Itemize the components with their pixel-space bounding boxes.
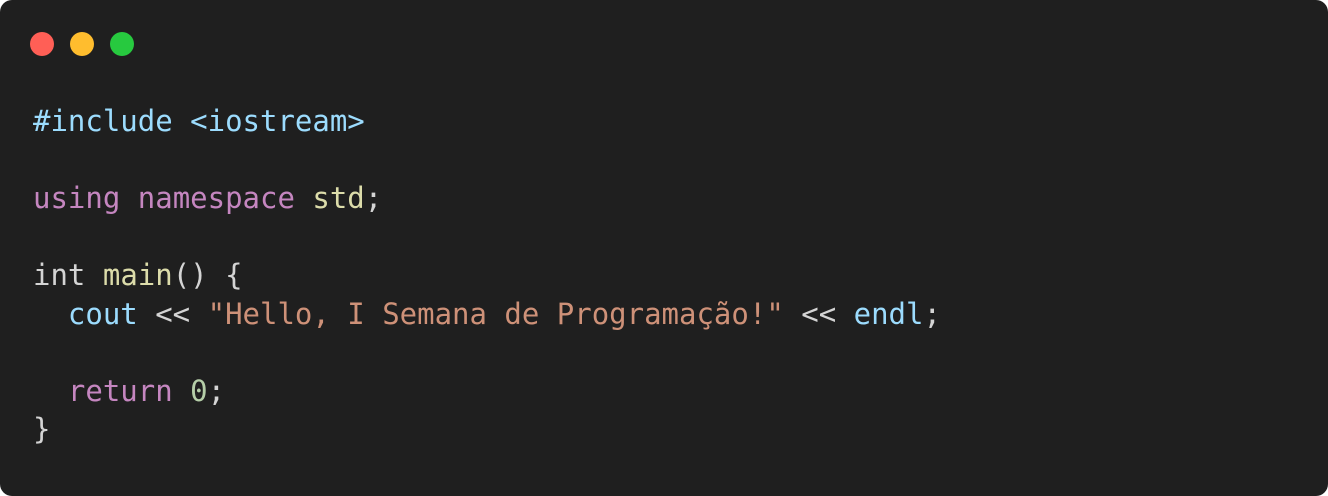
code-line: ​ — [33, 333, 941, 372]
code-token-string: "Hello, I Semana de Programação!" — [207, 296, 784, 331]
code-block: #include <iostream>​using namespace std;… — [33, 102, 941, 449]
code-token-keyword: using — [33, 181, 121, 215]
minimize-button[interactable] — [70, 32, 94, 56]
code-token-plain: << — [783, 296, 854, 331]
code-window: #include <iostream>​using namespace std;… — [0, 0, 1328, 496]
code-token-function: main — [102, 258, 173, 292]
code-token-type: int — [33, 258, 86, 292]
code-token-identifier: endl — [853, 296, 924, 331]
code-token-directive: #include — [33, 104, 173, 138]
code-line: using namespace std; — [33, 179, 941, 218]
code-line: int main() { — [33, 256, 941, 295]
code-line: } — [33, 410, 941, 449]
zoom-button[interactable] — [110, 32, 134, 56]
code-token-function: std — [312, 181, 365, 215]
code-token-keyword: namespace — [137, 181, 295, 215]
close-button[interactable] — [30, 32, 54, 56]
code-token-plain: } — [33, 412, 51, 446]
code-line: #include <iostream> — [33, 102, 941, 141]
code-token-directive: <iostream> — [190, 104, 365, 138]
code-token-number: 0 — [190, 373, 208, 408]
window-controls — [30, 32, 134, 56]
code-token-plain: << — [137, 296, 208, 331]
code-token-keyword: return — [67, 373, 173, 408]
code-line: return 0; — [33, 372, 941, 411]
code-line: ​ — [33, 141, 941, 180]
code-token-plain: ; — [923, 296, 941, 331]
code-token-plain: ; — [364, 181, 383, 215]
code-line: ​ — [33, 218, 941, 257]
code-token-plain: ; — [207, 373, 226, 408]
code-line: cout << "Hello, I Semana de Programação!… — [33, 295, 941, 334]
code-token-identifier: cout — [67, 296, 138, 331]
code-token-plain: () { — [172, 258, 243, 292]
